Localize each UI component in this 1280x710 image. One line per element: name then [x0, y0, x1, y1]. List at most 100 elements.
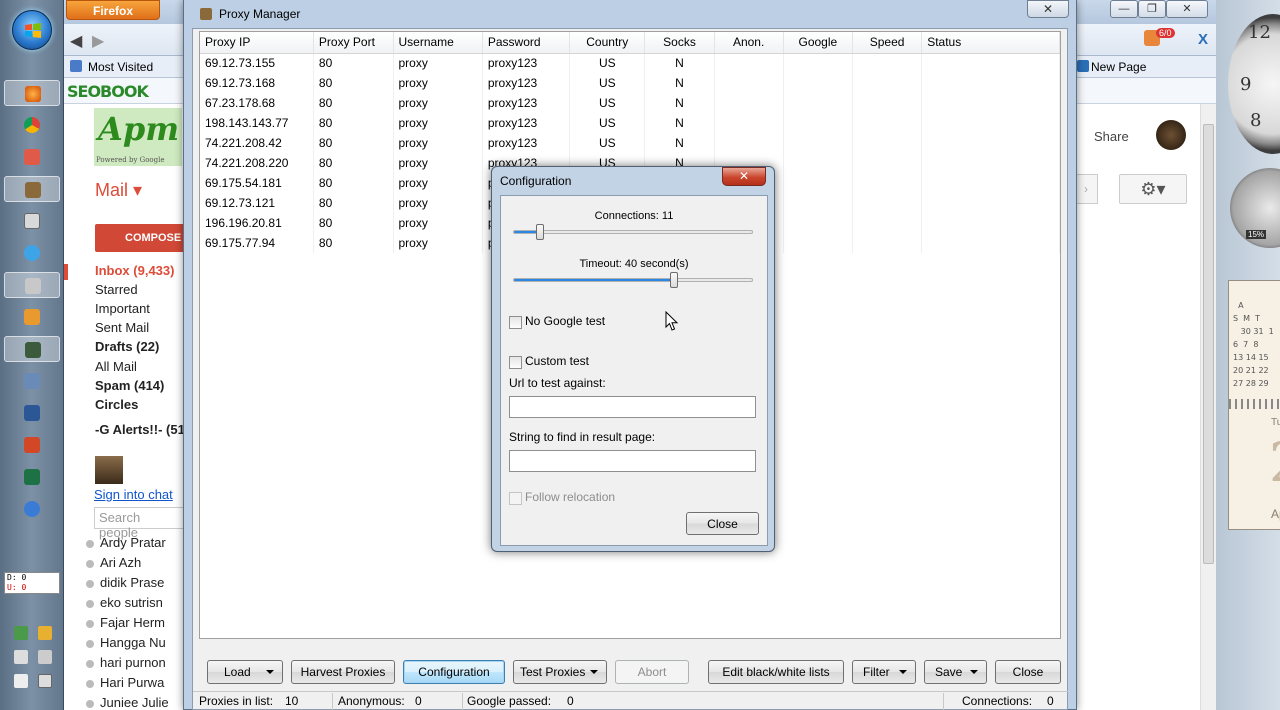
abort-button[interactable]: Abort	[615, 660, 689, 684]
seobook-logo[interactable]: SEOBOOK	[67, 82, 149, 101]
column-header[interactable]: Google	[783, 32, 854, 54]
toolbar-x-icon[interactable]: X	[1198, 31, 1208, 48]
contact-item[interactable]: Ardy Pratar	[86, 535, 166, 550]
ff-minimize-button[interactable]: —	[1110, 0, 1138, 18]
column-header[interactable]: Socks	[644, 32, 715, 54]
battery-icon[interactable]	[14, 674, 28, 688]
nav-drafts[interactable]: Drafts (22)	[95, 339, 159, 354]
save-button[interactable]: Save	[924, 660, 987, 684]
column-header[interactable]: Anon.	[714, 32, 784, 54]
dialog-close-button[interactable]: Close	[686, 512, 759, 535]
taskbar-notes[interactable]	[4, 304, 60, 330]
nav-all-mail[interactable]: All Mail	[95, 359, 137, 374]
nav-starred[interactable]: Starred	[95, 282, 138, 297]
taskbar-excel[interactable]	[4, 464, 60, 490]
url-field[interactable]	[509, 396, 756, 418]
contact-item[interactable]: Fajar Herm	[85, 615, 165, 630]
most-visited-bookmark[interactable]: Most Visited	[88, 60, 153, 74]
nav-spam[interactable]: Spam (414)	[95, 378, 164, 393]
column-header[interactable]: Speed	[852, 32, 923, 54]
taskbar-firefox[interactable]	[4, 80, 60, 106]
contact-item[interactable]: Juniee Julie	[86, 695, 169, 710]
scrollbar-thumb[interactable]	[1203, 124, 1214, 564]
contact-item[interactable]: Ari Azh	[85, 555, 141, 570]
custom-test-label[interactable]: Custom test	[525, 354, 589, 368]
clock-gadget[interactable]: 12 9 8	[1228, 14, 1280, 154]
table-row[interactable]: 69.12.73.155 80 proxy proxy123 US N	[200, 53, 1060, 73]
cpu-meter-gadget[interactable]: 15%	[1230, 168, 1280, 248]
column-header[interactable]: Proxy Port	[313, 32, 394, 54]
chat-avatar[interactable]	[95, 456, 123, 484]
new-page-bookmark[interactable]: New Page	[1091, 60, 1146, 74]
signal-icon[interactable]	[14, 650, 28, 664]
compose-button[interactable]: COMPOSE	[95, 224, 195, 252]
window-close-button[interactable]: ✕	[1027, 0, 1069, 18]
ff-close-button[interactable]: ✕	[1166, 0, 1208, 18]
taskbar-powerpoint[interactable]	[4, 432, 60, 458]
table-row[interactable]: 74.221.208.42 80 proxy proxy123 US N	[200, 133, 1060, 153]
ff-maximize-button[interactable]: ❐	[1138, 0, 1166, 18]
taskbar-ie[interactable]	[4, 240, 60, 266]
configuration-button[interactable]: Configuration	[403, 660, 505, 684]
settings-gear-icon[interactable]: ⚙▾	[1119, 174, 1187, 204]
nav-sent[interactable]: Sent Mail	[95, 320, 149, 335]
test-proxies-button[interactable]: Test Proxies	[513, 660, 607, 684]
proxy-manager-titlebar[interactable]: Proxy Manager ✕	[184, 0, 1076, 28]
mail-menu[interactable]: Mail ▾	[95, 180, 142, 201]
nav-inbox[interactable]: Inbox (9,433)	[95, 263, 174, 278]
taskbar-other[interactable]	[4, 496, 60, 522]
start-button[interactable]	[12, 10, 52, 50]
contact-item[interactable]: hari purnon	[86, 655, 166, 670]
taskbar-monitor[interactable]	[4, 336, 60, 362]
table-row[interactable]: 198.143.143.77 80 proxy proxy123 US N	[200, 113, 1060, 133]
contact-item[interactable]: Hari Purwa	[85, 675, 164, 690]
calendar-gadget[interactable]: A S M T 30 31 1 6 7 8 13 14 15 20 21 22 …	[1228, 280, 1280, 530]
string-field[interactable]	[509, 450, 756, 472]
column-header[interactable]: Proxy IP	[200, 32, 314, 54]
firefox-scrollbar[interactable]	[1200, 104, 1216, 710]
connections-slider-thumb[interactable]	[536, 224, 544, 240]
tray-clipboard-icon[interactable]	[38, 626, 52, 640]
nav-important[interactable]: Important	[95, 301, 150, 316]
column-header[interactable]: Status	[921, 32, 1060, 54]
connections-slider[interactable]	[513, 224, 753, 240]
nav-circles[interactable]: Circles	[95, 397, 138, 412]
custom-test-checkbox[interactable]	[509, 356, 522, 369]
follow-relocation-checkbox[interactable]	[509, 492, 522, 505]
taskbar-search[interactable]	[4, 272, 60, 298]
no-google-test-label[interactable]: No Google test	[525, 314, 605, 328]
table-row[interactable]: 69.12.73.168 80 proxy proxy123 US N	[200, 73, 1060, 93]
taskbar-chrome[interactable]	[4, 112, 60, 138]
firefox-menu-button[interactable]: Firefox	[66, 0, 160, 20]
contact-item[interactable]: didik Prase	[85, 575, 164, 590]
taskbar-proxy-tool[interactable]	[4, 176, 60, 202]
taskbar-paint[interactable]	[4, 144, 60, 170]
user-avatar[interactable]	[1156, 120, 1186, 150]
tray-network-icon[interactable]	[14, 626, 28, 640]
timeout-slider[interactable]	[513, 272, 753, 288]
camera-icon[interactable]	[38, 674, 52, 688]
taskbar-app[interactable]	[4, 208, 60, 234]
sign-into-chat-link[interactable]: Sign into chat	[94, 487, 173, 502]
next-page-button[interactable]: ›	[1074, 174, 1098, 204]
nav-g-alerts[interactable]: -G Alerts!!- (51	[95, 422, 185, 437]
load-button[interactable]: Load	[207, 660, 283, 684]
forward-icon[interactable]: ▶	[92, 31, 104, 51]
column-header[interactable]: Password	[482, 32, 571, 54]
table-row[interactable]: 67.23.178.68 80 proxy proxy123 US N	[200, 93, 1060, 113]
share-button[interactable]: Share	[1094, 129, 1129, 144]
taskbar-word[interactable]	[4, 400, 60, 426]
follow-relocation-label[interactable]: Follow relocation	[525, 490, 615, 504]
search-people-input[interactable]: Search people	[94, 507, 184, 540]
edit-lists-button[interactable]: Edit black/white lists	[708, 660, 844, 684]
filter-button[interactable]: Filter	[852, 660, 916, 684]
harvest-proxies-button[interactable]: Harvest Proxies	[291, 660, 395, 684]
column-header[interactable]: Country	[569, 32, 646, 54]
volume-icon[interactable]	[38, 650, 52, 664]
contact-item[interactable]: Hangga Nu	[86, 635, 166, 650]
contact-item[interactable]: eko sutrisn	[86, 595, 163, 610]
taskbar-network[interactable]	[4, 368, 60, 394]
back-icon[interactable]: ◀	[70, 31, 82, 51]
close-button[interactable]: Close	[995, 660, 1061, 684]
timeout-slider-thumb[interactable]	[670, 272, 678, 288]
